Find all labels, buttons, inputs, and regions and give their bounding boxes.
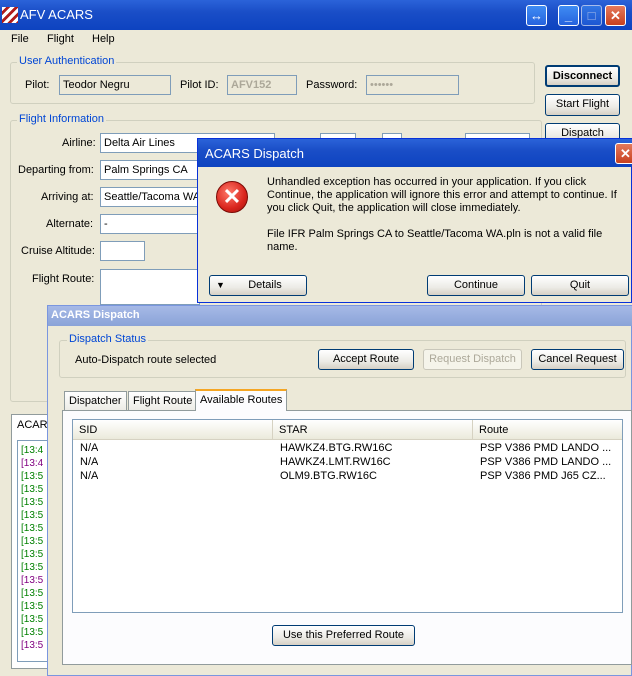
routes-list: SID STAR Route N/A HAWKZ4.BTG.RW16C PSP … — [72, 419, 623, 613]
menu-file[interactable]: File — [11, 33, 29, 45]
error-close-button[interactable]: ✕ — [615, 143, 632, 164]
dispatch-status-text: Auto-Dispatch route selected — [75, 354, 217, 366]
col-sid-header[interactable]: SID — [73, 420, 273, 440]
log-line: [13:5 — [21, 510, 44, 521]
error-message: Unhandled exception has occurred in your… — [267, 176, 617, 214]
acars-log: [13:4 [13:4 [13:5 [13:5 [13:5 [13:5 [13:… — [17, 440, 49, 662]
dispatch-status-title: Dispatch Status — [67, 333, 149, 345]
main-title-bar[interactable]: AFV ACARS ↔ _ □ ✕ — [0, 0, 632, 30]
col-route-header[interactable]: Route — [473, 420, 622, 440]
log-line: [13:5 — [21, 640, 44, 651]
log-line: [13:4 — [21, 445, 44, 456]
details-label: Details — [248, 279, 282, 291]
pilot-field: Teodor Negru — [59, 75, 171, 95]
log-line: [13:5 — [21, 562, 44, 573]
use-preferred-route-button[interactable]: Use this Preferred Route — [272, 625, 415, 646]
dispatch-window: ACARS Dispatch Dispatch Status Auto-Disp… — [47, 305, 632, 676]
maximize-button[interactable]: □ — [581, 5, 602, 26]
tab-dispatcher[interactable]: Dispatcher — [64, 391, 127, 411]
menu-bar: File Flight Help — [0, 30, 632, 50]
error-title: ACARS Dispatch — [205, 146, 304, 161]
table-row[interactable]: N/A HAWKZ4.BTG.RW16C PSP V386 PMD LANDO … — [73, 441, 622, 455]
password-label: Password: — [306, 79, 358, 91]
col-star-header[interactable]: STAR — [273, 420, 473, 440]
alternate-select[interactable]: - — [100, 214, 200, 234]
details-button[interactable]: ▼ Details — [209, 275, 307, 296]
cell-star: HAWKZ4.LMT.RW16C — [280, 456, 391, 468]
cell-sid: N/A — [80, 442, 99, 454]
log-line: [13:5 — [21, 627, 44, 638]
log-line: [13:5 — [21, 588, 44, 599]
airline-label: Airline: — [62, 137, 96, 149]
error-title-bar[interactable]: ACARS Dispatch ✕ — [198, 139, 632, 167]
log-line: [13:5 — [21, 549, 44, 560]
tab-flight-route[interactable]: Flight Route — [128, 391, 198, 411]
dispatch-title-bar[interactable]: ACARS Dispatch — [48, 306, 632, 326]
cell-star: HAWKZ4.BTG.RW16C — [280, 442, 393, 454]
password-field: •••••• — [366, 75, 459, 95]
error-dialog: ACARS Dispatch ✕ ✕ Unhandled exception h… — [197, 138, 632, 303]
acars-tab[interactable]: ACAR — [17, 419, 48, 431]
main-title: AFV ACARS — [20, 7, 93, 22]
app-logo-icon — [2, 7, 18, 23]
tab-available-routes[interactable]: Available Routes — [195, 389, 288, 411]
alternate-label: Alternate: — [46, 218, 94, 230]
cell-route: PSP V386 PMD LANDO ... — [480, 442, 612, 454]
start-flight-button[interactable]: Start Flight — [545, 94, 620, 116]
cruise-field[interactable] — [100, 241, 145, 261]
error-detail-message: File IFR Palm Springs CA to Seattle/Taco… — [267, 228, 603, 253]
flight-info-title: Flight Information — [17, 113, 106, 125]
route-label: Flight Route: — [32, 273, 95, 285]
arriving-label: Arriving at: — [41, 191, 94, 203]
arriving-select[interactable]: Seattle/Tacoma WA — [100, 187, 200, 207]
cell-route: PSP V386 PMD LANDO ... — [480, 456, 612, 468]
cancel-request-button[interactable]: Cancel Request — [531, 349, 624, 370]
pilotid-label: Pilot ID: — [180, 79, 219, 91]
disconnect-button[interactable]: Disconnect — [545, 65, 620, 87]
auth-group-title: User Authentication — [17, 55, 117, 67]
triangle-down-icon: ▼ — [216, 280, 225, 290]
log-line: [13:5 — [21, 471, 44, 482]
dispatch-title: ACARS Dispatch — [51, 309, 140, 321]
table-row[interactable]: N/A HAWKZ4.LMT.RW16C PSP V386 PMD LANDO … — [73, 455, 622, 469]
cell-sid: N/A — [80, 456, 99, 468]
cell-star: OLM9.BTG.RW16C — [280, 470, 377, 482]
departing-select[interactable]: Palm Springs CA — [100, 160, 200, 180]
log-line: [13:5 — [21, 497, 44, 508]
minimize-button[interactable]: _ — [558, 5, 579, 26]
departing-label: Departing from: — [18, 164, 94, 176]
log-line: [13:5 — [21, 601, 44, 612]
log-line: [13:5 — [21, 536, 44, 547]
expand-icon[interactable]: ↔ — [526, 5, 547, 26]
log-line: [13:5 — [21, 614, 44, 625]
cell-sid: N/A — [80, 470, 99, 482]
menu-flight[interactable]: Flight — [47, 33, 74, 45]
log-line: [13:5 — [21, 575, 44, 586]
accept-route-button[interactable]: Accept Route — [318, 349, 414, 370]
close-button[interactable]: ✕ — [605, 5, 626, 26]
table-row[interactable]: N/A OLM9.BTG.RW16C PSP V386 PMD J65 CZ..… — [73, 469, 622, 483]
log-line: [13:5 — [21, 523, 44, 534]
continue-button[interactable]: Continue — [427, 275, 525, 296]
error-icon: ✕ — [216, 181, 248, 213]
cruise-label: Cruise Altitude: — [21, 245, 95, 257]
pilotid-field: AFV152 — [227, 75, 297, 95]
pilot-label: Pilot: — [25, 79, 50, 91]
log-line: [13:4 — [21, 458, 44, 469]
cell-route: PSP V386 PMD J65 CZ... — [480, 470, 606, 482]
log-line: [13:5 — [21, 484, 44, 495]
menu-help[interactable]: Help — [92, 33, 115, 45]
route-textarea[interactable] — [100, 269, 200, 305]
request-dispatch-button[interactable]: Request Dispatch — [423, 349, 522, 370]
quit-button[interactable]: Quit — [531, 275, 629, 296]
